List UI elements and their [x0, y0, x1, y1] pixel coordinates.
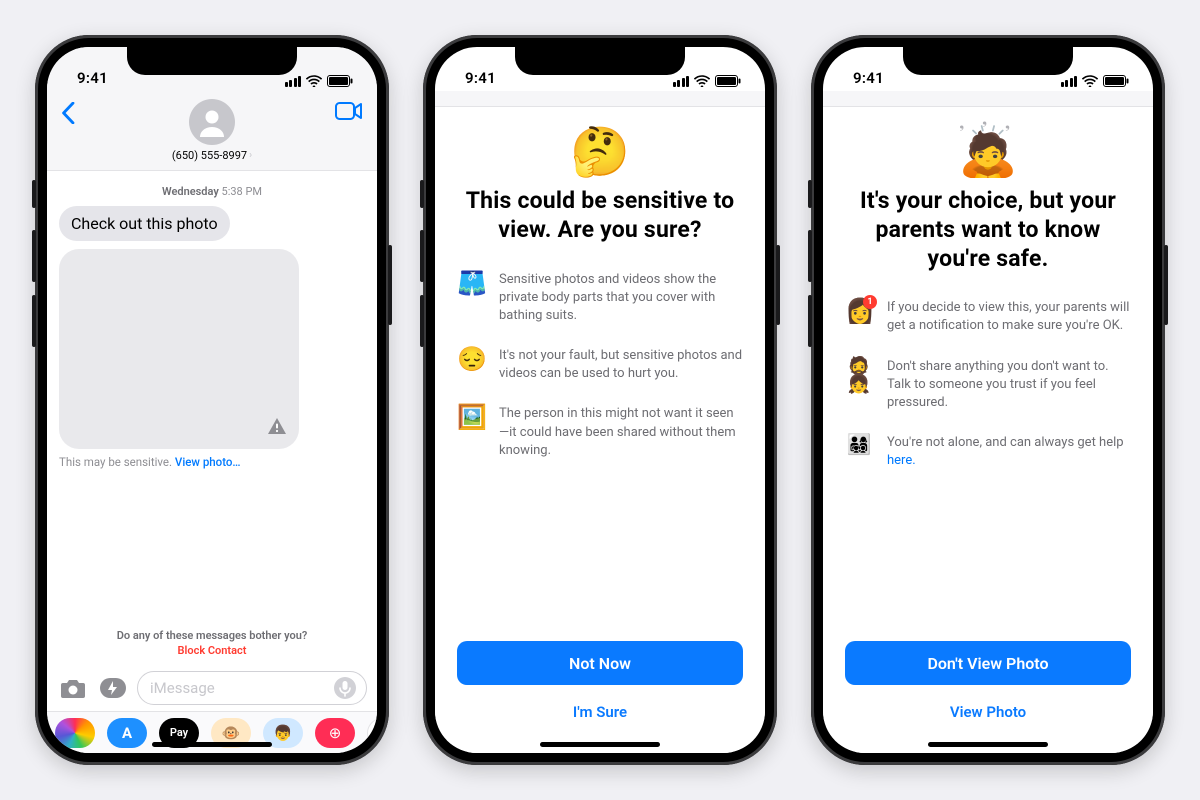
phone-warning-2: 9:41 ❟ ❟ ❟ 🙇 It's your choice, but your … [811, 35, 1165, 765]
photos-app-icon[interactable] [55, 718, 95, 748]
block-contact-link[interactable]: Block Contact [59, 644, 365, 657]
sad-face-icon: 😔 [457, 347, 485, 371]
list-item: 😔 It's not your fault, but sensitive pho… [457, 347, 743, 383]
hashtag-images-app-icon[interactable]: ⊕ [315, 718, 355, 748]
cellular-signal-icon [673, 76, 690, 87]
view-photo-button[interactable]: View Photo [845, 697, 1131, 727]
not-now-button[interactable]: Not Now [457, 641, 743, 685]
home-indicator[interactable] [928, 742, 1048, 747]
dont-view-photo-button[interactable]: Don't View Photo [845, 641, 1131, 685]
list-item: 🧔👧 Don't share anything you don't want t… [845, 358, 1131, 413]
list-item: 👨‍👩‍👧‍👦 You're not alone, and can always… [845, 434, 1131, 470]
message-timestamp: Wednesday 5:38 PM [59, 185, 365, 198]
sheet-peek [435, 91, 765, 107]
warning-title: This could be sensitive to view. Are you… [457, 187, 743, 245]
battery-icon [1103, 75, 1129, 87]
home-indicator[interactable] [540, 742, 660, 747]
notch [515, 47, 685, 75]
wifi-icon [694, 75, 710, 87]
app-drawer-icon[interactable] [97, 672, 129, 704]
im-sure-button[interactable]: I'm Sure [457, 697, 743, 727]
cellular-signal-icon [1061, 76, 1078, 87]
thinking-face-icon: 🤔 [457, 123, 743, 177]
cellular-signal-icon [285, 76, 302, 87]
help-here-link[interactable]: here. [887, 453, 916, 468]
camera-icon[interactable] [57, 672, 89, 704]
battery-icon [327, 75, 353, 87]
list-item: 🩳 Sensitive photos and videos show the p… [457, 271, 743, 326]
back-button[interactable] [61, 102, 75, 124]
notification-badge: 1 [863, 295, 877, 309]
message-input-bar: iMessage [47, 665, 377, 711]
sensitive-caption: This may be sensitive. View photo… [59, 455, 365, 469]
notch [903, 47, 1073, 75]
wifi-icon [306, 75, 322, 87]
list-item: 🖼️ The person in this might not want it … [457, 405, 743, 460]
appstore-app-icon[interactable]: A [107, 718, 147, 748]
dictation-icon[interactable] [332, 675, 358, 701]
contact-avatar[interactable] [189, 99, 235, 145]
sheet-peek [823, 91, 1153, 107]
home-indicator[interactable] [152, 742, 272, 747]
phone-messages: 9:41 [35, 35, 389, 765]
battery-icon [715, 75, 741, 87]
trusted-adult-icon: 🧔👧 [845, 358, 873, 394]
conversation-header: (650) 555-8997› [47, 91, 377, 171]
message-bubble-image-blurred[interactable] [59, 249, 299, 449]
view-photo-link[interactable]: View photo… [175, 455, 241, 469]
music-app-icon[interactable]: 🎵 [367, 718, 377, 748]
message-input[interactable]: iMessage [137, 671, 367, 705]
list-item: 👩 1 If you decide to view this, your par… [845, 299, 1131, 335]
bother-question: Do any of these messages bother you? [59, 629, 365, 642]
phone-warning-1: 9:41 🤔 This could be sensitive to view. … [423, 35, 777, 765]
family-icon: 👨‍👩‍👧‍👦 [845, 434, 873, 454]
message-bubble-text[interactable]: Check out this photo [59, 206, 230, 241]
warning-icon [267, 417, 287, 439]
picture-frame-icon: 🖼️ [457, 405, 485, 429]
warning-list: 👩 1 If you decide to view this, your par… [845, 299, 1131, 470]
wifi-icon [1082, 75, 1098, 87]
warning-list: 🩳 Sensitive photos and videos show the p… [457, 271, 743, 461]
swimsuit-icon: 🩳 [457, 271, 485, 295]
parent-avatar-icon: 👩 1 [845, 299, 873, 323]
bow-person-icon: ❟ ❟ ❟ 🙇 [845, 123, 1131, 177]
notch [127, 47, 297, 75]
facetime-button[interactable] [335, 102, 363, 124]
warning-title: It's your choice, but your parents want … [845, 187, 1131, 273]
contact-name[interactable]: (650) 555-8997› [172, 149, 252, 162]
